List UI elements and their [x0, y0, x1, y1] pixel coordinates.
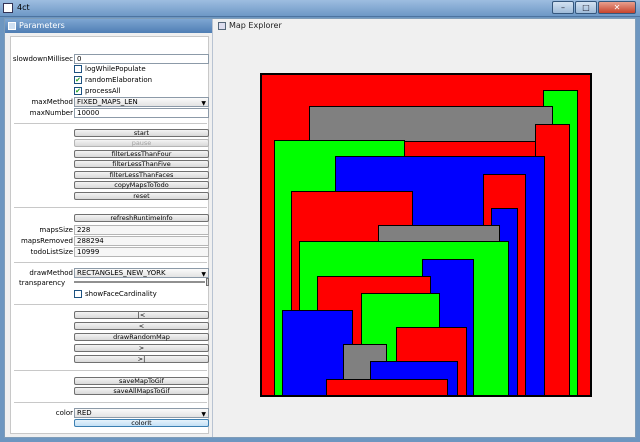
show-face-cardinality-checkbox[interactable]: showFaceCardinality [74, 289, 157, 299]
transparency-row: transparency [11, 278, 210, 288]
max-method-row: maxMethod FIXED_MAPS_LEN ▼ [11, 97, 210, 107]
separator [14, 123, 207, 124]
previous-map-button[interactable]: < [74, 322, 209, 330]
map-face [309, 106, 553, 142]
todo-list-size-row: todoListSize 10999 [11, 247, 210, 257]
color-row: color RED ▼ [11, 408, 210, 418]
color-value: RED [77, 409, 92, 417]
draw-method-select[interactable]: RECTANGLES_NEW_YORK ▼ [74, 268, 209, 278]
chevron-down-icon: ▼ [201, 100, 206, 107]
todo-list-size-field: 10999 [74, 247, 209, 257]
slider-thumb[interactable] [206, 278, 209, 286]
separator [14, 370, 207, 371]
map-explorer-panel: Map Explorer [215, 19, 635, 437]
parameters-header: Parameters [5, 19, 212, 33]
first-map-button[interactable]: |< [74, 311, 209, 319]
todo-list-size-label: todoListSize [30, 248, 73, 256]
filter-less-than-four-button[interactable]: filterLessThanFour [74, 150, 209, 158]
main-frame: Parameters slowdownMillisec 0 logWhilePo… [4, 18, 636, 438]
window-titlebar: 4ct – □ ✕ [0, 0, 640, 17]
next-map-button[interactable]: > [74, 344, 209, 352]
draw-method-row: drawMethod RECTANGLES_NEW_YORK ▼ [11, 268, 210, 278]
max-method-value: FIXED_MAPS_LEN [77, 98, 138, 106]
checkmark-icon: ✔ [74, 87, 82, 95]
slider-track [74, 281, 205, 283]
draw-random-map-button[interactable]: drawRandomMap [74, 333, 209, 341]
checkbox-box [74, 65, 82, 73]
color-it-button[interactable]: colorIt [74, 419, 209, 427]
slowdown-label: slowdownMillisec [12, 55, 73, 63]
parameters-panel: Parameters slowdownMillisec 0 logWhilePo… [5, 19, 213, 437]
max-method-label: maxMethod [31, 98, 73, 106]
transparency-slider[interactable] [74, 278, 209, 286]
process-all-label: processAll [85, 87, 121, 95]
separator [14, 262, 207, 263]
maps-removed-row: mapsRemoved 288294 [11, 236, 210, 246]
separator [14, 304, 207, 305]
minimize-button[interactable]: – [552, 1, 574, 14]
map-face [326, 379, 448, 396]
parameters-title: Parameters [19, 21, 65, 30]
max-number-input[interactable]: 10000 [74, 108, 209, 118]
map-explorer-header: Map Explorer [215, 19, 635, 33]
transparency-label: transparency [19, 279, 66, 287]
maps-size-label: mapsSize [39, 226, 73, 234]
log-while-populate-label: logWhilePopulate [85, 65, 146, 73]
show-face-cardinality-label: showFaceCardinality [85, 290, 157, 298]
save-all-maps-to-gif-button[interactable]: saveAllMapsToGif [74, 387, 209, 395]
process-all-checkbox[interactable]: ✔ processAll [74, 86, 121, 96]
copy-maps-to-todo-button[interactable]: copyMapsToTodo [74, 181, 209, 189]
chevron-down-icon: ▼ [201, 411, 206, 418]
max-method-select[interactable]: FIXED_MAPS_LEN ▼ [74, 97, 209, 107]
refresh-runtime-info-button[interactable]: refreshRuntimeInfo [74, 214, 209, 222]
app-icon [3, 3, 13, 13]
filter-less-than-five-button[interactable]: filterLessThanFive [74, 160, 209, 168]
random-elaboration-label: randomElaboration [85, 76, 153, 84]
window-title: 4ct [17, 3, 30, 12]
reset-button[interactable]: reset [74, 192, 209, 200]
slowdown-row: slowdownMillisec 0 [11, 54, 210, 64]
last-map-button[interactable]: >| [74, 355, 209, 363]
color-select[interactable]: RED ▼ [74, 408, 209, 418]
maps-size-field: 228 [74, 225, 209, 235]
start-button[interactable]: start [74, 129, 209, 137]
random-elaboration-checkbox[interactable]: ✔ randomElaboration [74, 75, 152, 85]
maps-size-row: mapsSize 228 [11, 225, 210, 235]
parameters-form: slowdownMillisec 0 logWhilePopulate ✔ ra… [10, 36, 209, 434]
save-map-to-gif-button[interactable]: saveMapToGif [74, 377, 209, 385]
checkbox-box [74, 290, 82, 298]
filter-less-than-faces-button[interactable]: filterLessThanFaces [74, 171, 209, 179]
panel-icon [8, 22, 16, 30]
draw-method-value: RECTANGLES_NEW_YORK [77, 269, 166, 277]
checkmark-icon: ✔ [74, 76, 82, 84]
separator [14, 207, 207, 208]
map-explorer-title: Map Explorer [229, 21, 282, 30]
maps-removed-label: mapsRemoved [20, 237, 73, 245]
panel-icon [218, 22, 226, 30]
maximize-button[interactable]: □ [575, 1, 597, 14]
maps-removed-field: 288294 [74, 236, 209, 246]
log-while-populate-checkbox[interactable]: logWhilePopulate [74, 64, 146, 74]
map-canvas[interactable] [260, 73, 592, 397]
max-number-row: maxNumber 10000 [11, 108, 210, 118]
draw-method-label: drawMethod [29, 269, 73, 277]
close-button[interactable]: ✕ [598, 1, 636, 14]
max-number-label: maxNumber [29, 109, 73, 117]
color-label: color [55, 409, 73, 417]
separator [14, 402, 207, 403]
pause-button[interactable]: pause [74, 139, 209, 147]
slowdown-input[interactable]: 0 [74, 54, 209, 64]
